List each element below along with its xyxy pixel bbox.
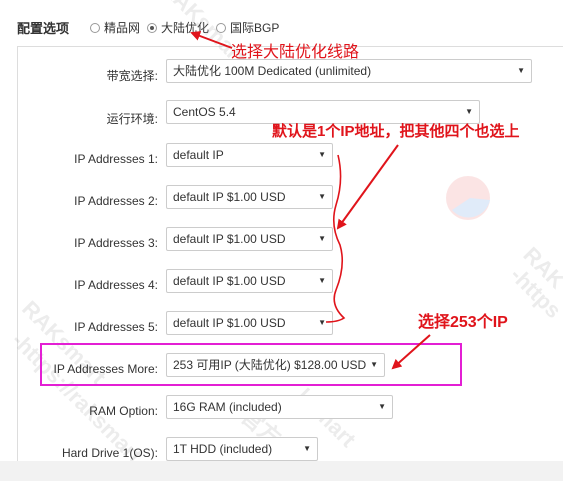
annotation-choose-route: 选择大陆优化线路	[231, 44, 360, 61]
annotation-layer	[190, 31, 431, 370]
arrow-to-ip-more-select-icon	[391, 334, 431, 370]
annotation-default-ip-note: 默认是1个IP地址，把其他四个也选上	[272, 123, 520, 140]
annotation-choose-253: 选择253个IP	[418, 314, 508, 331]
arrow-to-mainland-radio-icon	[190, 31, 233, 49]
arrow-to-ip-selects-icon	[336, 144, 399, 230]
bracket-scribble-icon	[325, 154, 346, 323]
